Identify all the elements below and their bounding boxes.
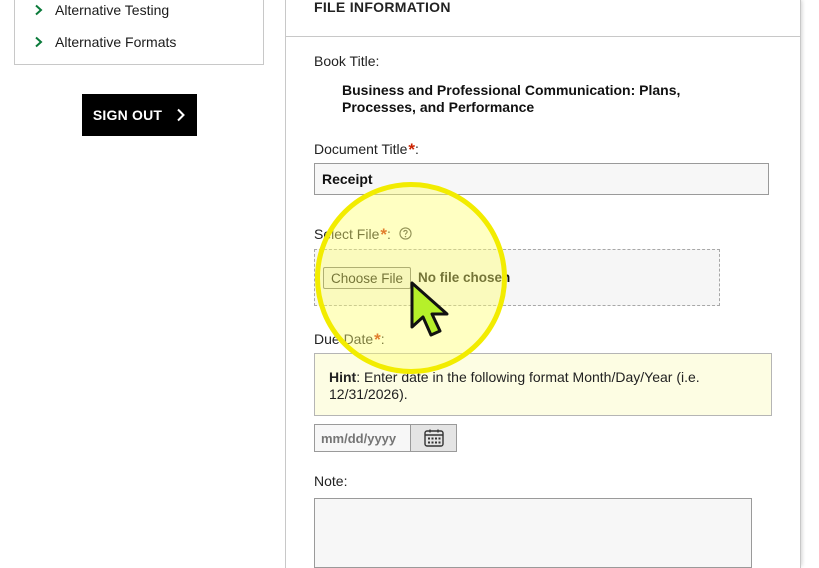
due-date-label: Due Date*: [314, 329, 385, 349]
due-date-label-text: Due Date [314, 331, 374, 347]
hint-text: : Enter date in the following format Mon… [329, 369, 700, 402]
note-label: Note: [314, 473, 348, 489]
due-date-input[interactable] [315, 425, 410, 451]
calendar-button[interactable] [410, 425, 456, 451]
sidebar-nav: Alternative Testing Alternative Formats [14, 0, 264, 65]
file-drop-zone[interactable]: Choose File No file chosen [314, 249, 720, 306]
required-mark: * [408, 140, 415, 159]
choose-file-button[interactable]: Choose File [323, 267, 412, 289]
book-title-label: Book Title: [314, 53, 380, 69]
select-file-label: Select File*: [314, 224, 412, 244]
date-format-hint: Hint: Enter date in the following format… [314, 353, 772, 416]
sidebar-item-alternative-formats[interactable]: Alternative Formats [33, 32, 176, 52]
chevron-right-icon [35, 36, 43, 48]
document-title-label-text: Document Title [314, 141, 408, 157]
note-textarea[interactable] [314, 498, 752, 568]
no-file-chosen-text: No file chosen [418, 270, 511, 285]
label-colon: : [415, 141, 419, 157]
sidebar-item-label: Alternative Formats [55, 34, 177, 50]
question-circle-icon[interactable] [399, 227, 412, 240]
book-title-value: Business and Professional Communication:… [342, 82, 681, 115]
hint-bold-label: Hint [329, 369, 357, 385]
section-title: FILE INFORMATION [314, 0, 451, 15]
label-colon: : [386, 226, 391, 242]
required-mark: * [374, 330, 381, 349]
label-colon: : [380, 331, 385, 347]
calendar-icon [423, 429, 444, 447]
page-edge [806, 0, 819, 560]
select-file-label-text: Select File [314, 226, 380, 242]
sidebar-item-alternative-testing[interactable]: Alternative Testing [33, 0, 169, 20]
panel-header: FILE INFORMATION [286, 0, 800, 37]
due-date-field [314, 424, 457, 452]
sidebar-item-label: Alternative Testing [55, 2, 170, 18]
chevron-right-icon [177, 108, 186, 122]
sign-out-button[interactable]: SIGN OUT [82, 94, 197, 136]
chevron-right-icon [35, 4, 43, 16]
sign-out-label: SIGN OUT [92, 107, 163, 123]
required-mark: * [380, 225, 387, 244]
file-information-panel: FILE INFORMATION Book Title: Business an… [285, 0, 801, 568]
document-title-input[interactable] [314, 163, 769, 195]
document-title-label: Document Title*: [314, 139, 419, 159]
